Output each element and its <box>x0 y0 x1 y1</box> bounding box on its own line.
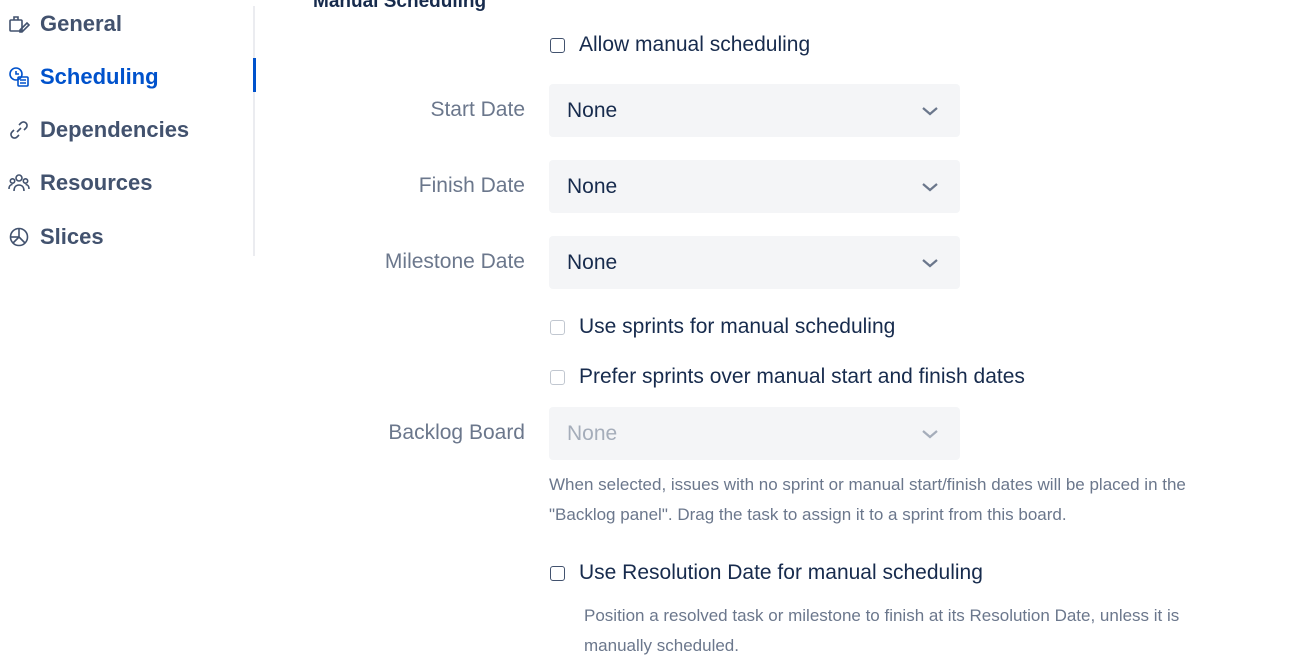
backlog-board-label: Backlog Board <box>388 421 525 444</box>
allow-manual-scheduling-checkbox[interactable]: Allow manual scheduling <box>550 33 810 57</box>
sidebar-item-dependencies[interactable]: Dependencies <box>8 114 189 146</box>
select-value: None <box>567 250 618 274</box>
select-value: None <box>567 98 618 122</box>
use-resolution-date-checkbox[interactable]: Use Resolution Date for manual schedulin… <box>550 561 983 585</box>
help-line: manually scheduled. <box>584 636 739 655</box>
checkbox-label: Allow manual scheduling <box>579 33 811 56</box>
help-line: Position a resolved task or milestone to… <box>584 606 1180 625</box>
milestone-date-label: Milestone Date <box>384 250 525 273</box>
people-icon <box>8 172 30 194</box>
link-icon <box>8 119 30 141</box>
resolution-date-help: Position a resolved task or milestone to… <box>584 601 1289 661</box>
finish-date-select[interactable]: None <box>549 160 960 213</box>
sidebar-item-label: Slices <box>40 224 104 249</box>
calendar-clock-icon <box>8 66 30 88</box>
start-date-select[interactable]: None <box>549 84 960 137</box>
checkbox-label: Use Resolution Date for manual schedulin… <box>579 561 983 584</box>
use-sprints-checkbox[interactable]: Use sprints for manual scheduling <box>550 315 895 339</box>
finish-date-label: Finish Date <box>418 174 525 197</box>
chevron-down-icon <box>920 424 940 444</box>
checkbox-box[interactable] <box>550 37 565 53</box>
sidebar-item-label: General <box>40 11 122 36</box>
backlog-board-select[interactable]: None <box>549 407 960 460</box>
sidebar-divider <box>253 6 255 256</box>
chevron-down-icon <box>920 253 940 273</box>
pen-briefcase-icon <box>8 13 30 35</box>
help-line: When selected, issues with no sprint or … <box>549 475 1186 494</box>
checkbox-box[interactable] <box>550 369 565 385</box>
milestone-date-select[interactable]: None <box>549 236 960 289</box>
help-line: "Backlog panel". Drag the task to assign… <box>549 505 1067 524</box>
sidebar-item-resources[interactable]: Resources <box>8 167 153 199</box>
sidebar-item-scheduling[interactable]: Scheduling <box>8 61 159 93</box>
sidebar-item-general[interactable]: General <box>8 8 122 40</box>
settings-sidebar: General Scheduling Dependencies Resource… <box>0 0 256 260</box>
pie-slices-icon <box>8 226 30 248</box>
chevron-down-icon <box>920 177 940 197</box>
start-date-label: Start Date <box>430 98 525 121</box>
chevron-down-icon <box>920 101 940 121</box>
checkbox-box[interactable] <box>550 565 565 581</box>
checkbox-label: Use sprints for manual scheduling <box>579 315 896 338</box>
active-item-indicator <box>253 58 256 92</box>
select-value: None <box>567 174 618 198</box>
sidebar-item-label: Scheduling <box>40 64 159 89</box>
section-title: Manual Scheduling <box>313 0 487 12</box>
sidebar-item-label: Dependencies <box>40 117 190 142</box>
select-value: None <box>567 421 618 445</box>
checkbox-label: Prefer sprints over manual start and fin… <box>579 365 1025 388</box>
checkbox-box[interactable] <box>550 319 565 335</box>
prefer-sprints-checkbox[interactable]: Prefer sprints over manual start and fin… <box>550 365 1025 389</box>
sidebar-item-label: Resources <box>40 170 153 195</box>
sidebar-item-slices[interactable]: Slices <box>8 221 104 253</box>
backlog-board-help: When selected, issues with no sprint or … <box>549 470 1294 530</box>
